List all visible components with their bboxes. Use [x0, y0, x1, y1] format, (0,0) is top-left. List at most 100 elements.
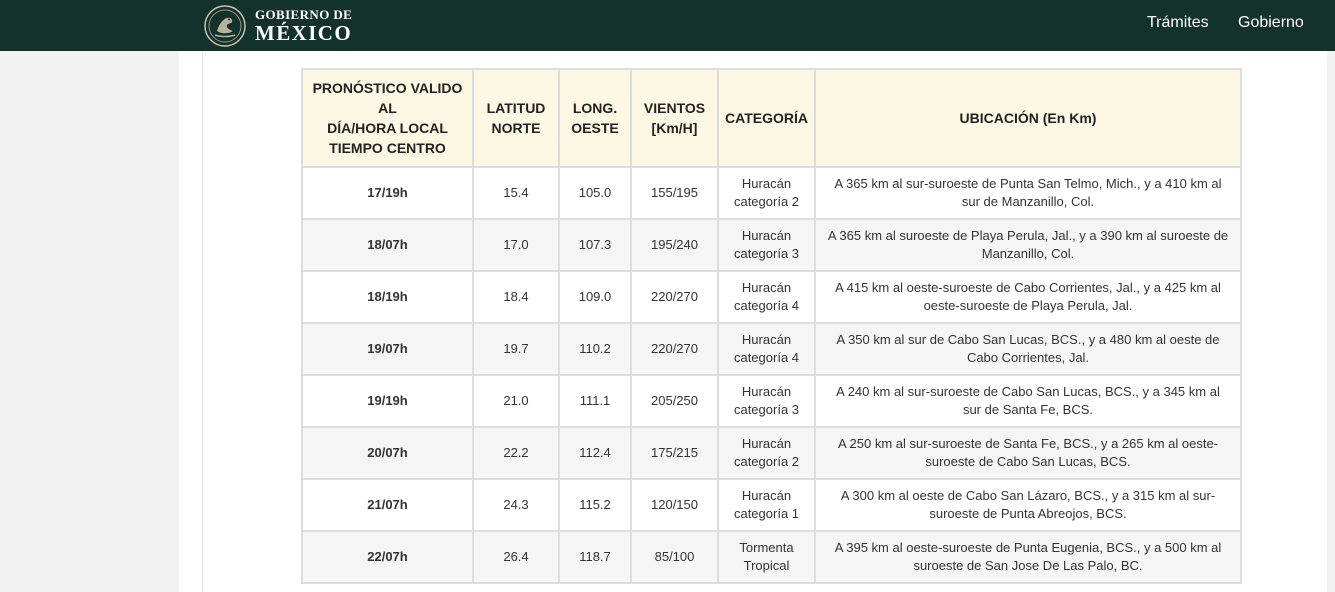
header-longitud-l1: LONG. — [572, 100, 618, 116]
cell-ubicacion-l2: Cabo Corrientes, Jal. — [966, 350, 1090, 365]
cell-categoria: Tormenta Tropical — [717, 530, 816, 584]
header-latitud: LATITUD NORTE — [472, 68, 560, 168]
header-longitud: LONG. OESTE — [558, 68, 632, 168]
cell-latitud: 21.0 — [472, 374, 560, 428]
table-row: 18/19h 18.4 109.0 220/270 Huracán categor… — [301, 270, 1242, 324]
cell-categoria-l2: Tropical — [743, 558, 790, 573]
cell-ubicacion-l1: A 240 km al sur-suroeste de Cabo San Luc… — [836, 384, 1220, 399]
cell-ubicacion-l1: A 395 km al oeste-suroeste de Punta Euge… — [834, 540, 1222, 555]
top-navbar: GOBIERNO DE MÉXICO Trámites Gobierno — [0, 0, 1335, 51]
content-divider — [202, 51, 203, 592]
cell-ubicacion: A 395 km al oeste-suroeste de Punta Euge… — [814, 530, 1242, 584]
cell-latitud: 22.2 — [472, 426, 560, 480]
table-row: 21/07h 24.3 115.2 120/150 Huracán categor… — [301, 478, 1242, 532]
cell-ubicacion-l1: A 365 km al sur-suroeste de Punta San Te… — [834, 176, 1222, 191]
cell-vientos: 155/195 — [630, 166, 719, 220]
cell-ubicacion: A 365 km al suroeste de Playa Perula, Ja… — [814, 218, 1242, 272]
nav-link-tramites[interactable]: Trámites — [1147, 14, 1209, 32]
cell-latitud: 15.4 — [472, 166, 560, 220]
logo-line1: GOBIERNO DE — [255, 6, 353, 22]
cell-latitud: 17.0 — [472, 218, 560, 272]
header-vientos: VIENTOS [Km/H] — [630, 68, 719, 168]
cell-categoria: Huracán categoría 2 — [717, 426, 816, 480]
cell-ubicacion-l2: suroeste de San Jose De Las Palo, BC. — [913, 558, 1143, 573]
cell-longitud: 107.3 — [558, 218, 632, 272]
cell-categoria-l1: Tormenta — [739, 540, 794, 555]
header-categoria: CATEGORÍA — [717, 68, 816, 168]
header-categoria-l1: CATEGORÍA — [725, 110, 808, 126]
header-latitud-l2: NORTE — [491, 120, 541, 136]
table-row: 17/19h 15.4 105.0 155/195 Huracán categor… — [301, 166, 1242, 220]
cell-ubicacion-l2: oeste-suroeste de Playa Perula, Jal. — [923, 298, 1133, 313]
cell-categoria-l1: Huracán — [741, 228, 792, 243]
table-row: 22/07h 26.4 118.7 85/100 Tormenta Tropica… — [301, 530, 1242, 584]
cell-ubicacion: A 250 km al sur-suroeste de Santa Fe, BC… — [814, 426, 1242, 480]
cell-longitud: 105.0 — [558, 166, 632, 220]
cell-vientos: 195/240 — [630, 218, 719, 272]
cell-vientos: 220/270 — [630, 322, 719, 376]
cell-latitud: 18.4 — [472, 270, 560, 324]
cell-ubicacion-l1: A 250 km al sur-suroeste de Santa Fe, BC… — [837, 436, 1219, 451]
header-pronostico: PRONÓSTICO VALIDO AL DÍA/HORA LOCAL TIEM… — [301, 68, 474, 168]
cell-fecha: 22/07h — [301, 530, 474, 584]
cell-categoria: Huracán categoría 3 — [717, 374, 816, 428]
table-row: 20/07h 22.2 112.4 175/215 Huracán categor… — [301, 426, 1242, 480]
cell-fecha: 20/07h — [301, 426, 474, 480]
header-pronostico-l4: TIEMPO CENTRO — [329, 140, 446, 156]
cell-fecha: 21/07h — [301, 478, 474, 532]
cell-ubicacion: A 350 km al sur de Cabo San Lucas, BCS.,… — [814, 322, 1242, 376]
cell-ubicacion: A 365 km al sur-suroeste de Punta San Te… — [814, 166, 1242, 220]
cell-fecha: 17/19h — [301, 166, 474, 220]
table-header-row: PRONÓSTICO VALIDO AL DÍA/HORA LOCAL TIEM… — [301, 68, 1242, 168]
cell-longitud: 112.4 — [558, 426, 632, 480]
gobierno-logo[interactable]: GOBIERNO DE MÉXICO — [203, 3, 352, 48]
cell-categoria-l1: Huracán — [741, 332, 792, 347]
table-row: 19/19h 21.0 111.1 205/250 Huracán categor… — [301, 374, 1242, 428]
cell-ubicacion-l1: A 365 km al suroeste de Playa Perula, Ja… — [827, 228, 1229, 243]
cell-vientos: 175/215 — [630, 426, 719, 480]
cell-categoria-l2: categoría 3 — [733, 402, 800, 417]
cell-longitud: 118.7 — [558, 530, 632, 584]
cell-categoria-l1: Huracán — [741, 176, 792, 191]
table-row: 18/07h 17.0 107.3 195/240 Huracán categor… — [301, 218, 1242, 272]
cell-longitud: 109.0 — [558, 270, 632, 324]
cell-vientos: 120/150 — [630, 478, 719, 532]
cell-ubicacion-l2: suroeste de Cabo San Lucas, BCS. — [925, 454, 1131, 469]
cell-vientos: 205/250 — [630, 374, 719, 428]
header-pronostico-l2: AL — [378, 100, 397, 116]
cell-latitud: 24.3 — [472, 478, 560, 532]
cell-ubicacion: A 240 km al sur-suroeste de Cabo San Luc… — [814, 374, 1242, 428]
cell-ubicacion-l2: sur de Santa Fe, BCS. — [962, 402, 1094, 417]
cell-vientos: 85/100 — [630, 530, 719, 584]
cell-categoria-l1: Huracán — [741, 488, 792, 503]
header-ubicacion: UBICACIÓN (En Km) — [814, 68, 1242, 168]
cell-ubicacion-l1: A 350 km al sur de Cabo San Lucas, BCS.,… — [836, 332, 1220, 347]
cell-categoria-l1: Huracán — [741, 280, 792, 295]
cell-categoria: Huracán categoría 4 — [717, 322, 816, 376]
forecast-table: PRONÓSTICO VALIDO AL DÍA/HORA LOCAL TIEM… — [301, 68, 1242, 584]
cell-longitud: 111.1 — [558, 374, 632, 428]
cell-fecha: 18/19h — [301, 270, 474, 324]
cell-categoria-l2: categoría 3 — [733, 246, 800, 261]
cell-fecha: 19/19h — [301, 374, 474, 428]
table-row: 19/07h 19.7 110.2 220/270 Huracán categor… — [301, 322, 1242, 376]
cell-ubicacion-l1: A 300 km al oeste de Cabo San Lázaro, BC… — [840, 488, 1216, 503]
cell-categoria-l2: categoría 2 — [733, 454, 800, 469]
cell-categoria-l1: Huracán — [741, 436, 792, 451]
cell-fecha: 19/07h — [301, 322, 474, 376]
cell-latitud: 19.7 — [472, 322, 560, 376]
cell-fecha: 18/07h — [301, 218, 474, 272]
cell-ubicacion-l2: suroeste de Punta Abreojos, BCS. — [929, 506, 1127, 521]
mexico-seal-icon — [204, 4, 246, 47]
nav-link-gobierno[interactable]: Gobierno — [1238, 14, 1304, 32]
logo-line2: MÉXICO — [255, 20, 353, 45]
cell-longitud: 115.2 — [558, 478, 632, 532]
cell-categoria: Huracán categoría 2 — [717, 166, 816, 220]
cell-categoria-l1: Huracán — [741, 384, 792, 399]
cell-ubicacion-l1: A 415 km al oeste-suroeste de Cabo Corri… — [835, 280, 1221, 295]
cell-longitud: 110.2 — [558, 322, 632, 376]
header-pronostico-l3: DÍA/HORA LOCAL — [327, 120, 448, 136]
cell-categoria: Huracán categoría 4 — [717, 270, 816, 324]
cell-ubicacion: A 300 km al oeste de Cabo San Lázaro, BC… — [814, 478, 1242, 532]
cell-ubicacion-l2: Manzanillo, Col. — [981, 246, 1075, 261]
